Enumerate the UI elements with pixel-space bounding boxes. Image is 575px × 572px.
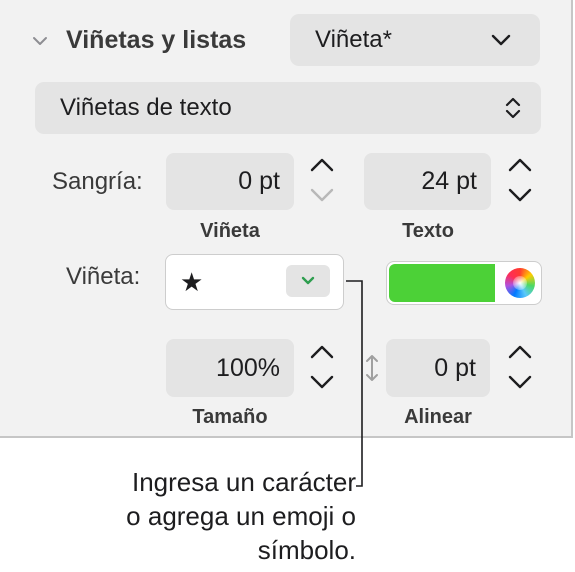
callout-text: Ingresa un carácter o agrega un emoji o …	[60, 465, 356, 567]
chevron-down-icon	[491, 34, 511, 46]
bullet-align-field[interactable]: 0 pt	[386, 339, 490, 397]
bullet-style-value: Viñeta*	[315, 26, 392, 53]
color-wheel-icon[interactable]	[505, 268, 535, 298]
text-indent-value: 24 pt	[421, 167, 477, 195]
bullets-lists-panel: Viñetas y listas Viñeta* Viñetas de text…	[0, 0, 573, 438]
bullet-indent-value: 0 pt	[238, 167, 280, 195]
bullet-indent-caption: Viñeta	[200, 220, 260, 242]
callout-line-1: Ingresa un carácter	[131, 467, 356, 497]
section-title: Viñetas y listas	[66, 26, 247, 54]
up-down-chevron-icon	[505, 97, 521, 119]
callout-line-2: o agrega un emoji o	[126, 501, 356, 531]
text-indent-field[interactable]: 24 pt	[364, 153, 491, 210]
indent-label: Sangría:	[52, 168, 143, 195]
bullet-align-caption: Alinear	[404, 406, 472, 428]
bullet-color-swatch[interactable]	[389, 264, 495, 302]
callout-line-3: símbolo.	[257, 535, 356, 565]
bullet-character-field[interactable]: ★	[165, 254, 344, 310]
section-collapse-chevron-icon[interactable]	[30, 31, 50, 51]
text-indent-stepper[interactable]	[502, 154, 538, 210]
bullet-size-stepper[interactable]	[304, 341, 340, 397]
bullet-indent-field[interactable]: 0 pt	[166, 153, 294, 210]
bullet-label: Viñeta:	[66, 263, 141, 290]
bullet-align-value: 0 pt	[434, 353, 476, 382]
vertical-link-icon	[366, 355, 378, 381]
bullet-color-control[interactable]	[386, 261, 542, 305]
bullet-indent-stepper[interactable]	[304, 154, 340, 210]
bullet-size-field[interactable]: 100%	[166, 339, 294, 397]
list-type-value: Viñetas de texto	[60, 94, 232, 121]
chevron-down-icon	[301, 276, 315, 285]
bullet-size-caption: Tamaño	[192, 406, 268, 428]
bullet-size-value: 100%	[216, 353, 280, 382]
bullet-style-popup[interactable]: Viñeta*	[290, 14, 540, 66]
bullet-character-menu-button[interactable]	[286, 265, 330, 297]
list-type-popup[interactable]: Viñetas de texto	[35, 82, 541, 134]
star-icon: ★	[180, 267, 204, 297]
text-indent-caption: Texto	[402, 220, 454, 242]
bullet-align-stepper[interactable]	[502, 341, 538, 397]
